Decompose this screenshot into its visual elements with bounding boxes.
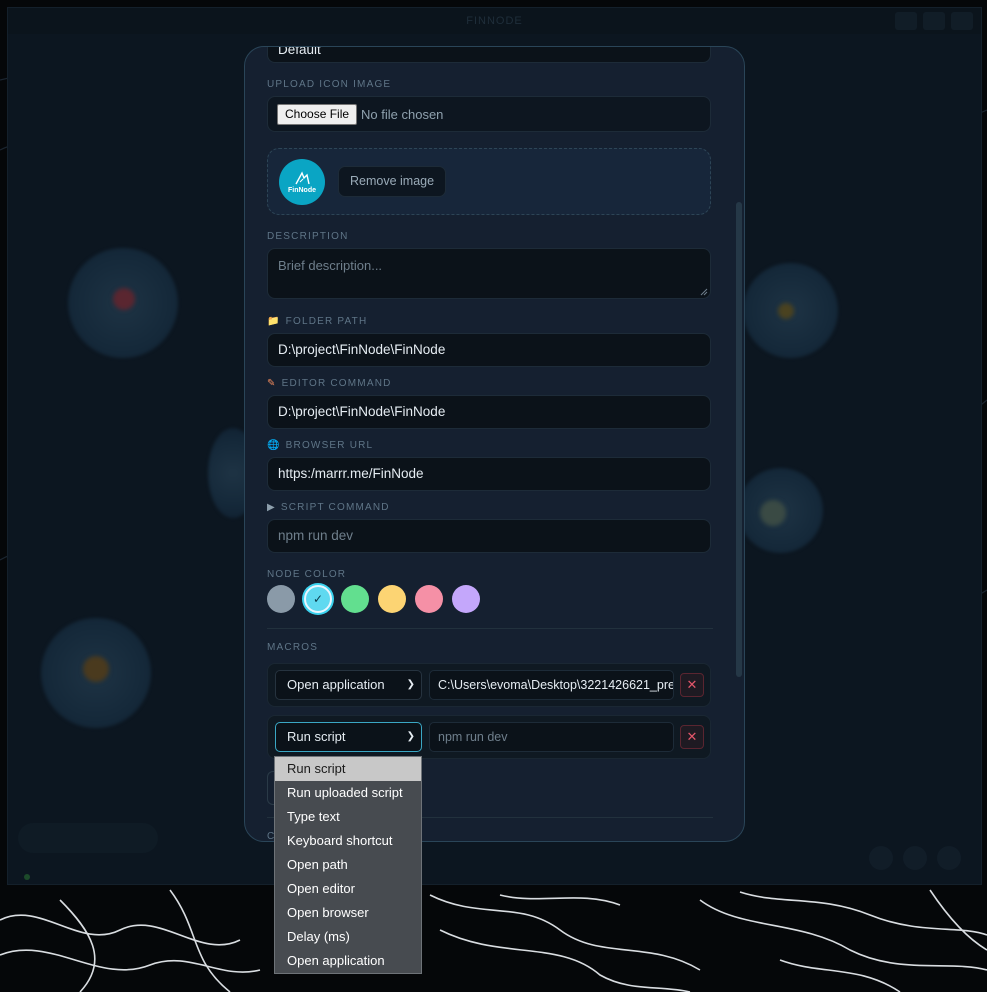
zoom-in-icon — [937, 846, 961, 870]
file-input[interactable]: Choose File No file chosen — [267, 96, 711, 132]
dropdown-option[interactable]: Keyboard shortcut — [275, 829, 421, 853]
section-divider — [267, 628, 713, 629]
macro-value-input[interactable]: npm run dev — [429, 722, 674, 752]
icon-preview-box: FinNode Remove image — [267, 148, 711, 215]
browser-url-label-text: BROWSER URL — [285, 440, 374, 451]
background-node-icon — [113, 288, 135, 310]
delete-macro-button[interactable]: ✕ — [680, 673, 704, 697]
dropdown-option[interactable]: Open editor — [275, 877, 421, 901]
play-icon: ▶ — [267, 502, 276, 513]
finnode-logo-icon — [295, 171, 310, 185]
editor-command-input[interactable]: D:\project\FinNode\FinNode — [267, 395, 711, 429]
folder-path-label: 📁 FOLDER PATH — [267, 316, 367, 327]
window-controls — [895, 12, 973, 30]
modal-scrollbar[interactable] — [736, 202, 742, 677]
resize-grip-icon[interactable] — [700, 288, 708, 296]
dropdown-option[interactable]: Open browser — [275, 901, 421, 925]
script-command-label-text: SCRIPT COMMAND — [280, 502, 390, 513]
color-swatch[interactable] — [267, 585, 295, 613]
pencil-icon: ✎ — [267, 378, 277, 389]
edit-node-modal: Default UPLOAD ICON IMAGE Choose File No… — [244, 46, 745, 842]
app-title: FINNODE — [466, 15, 523, 27]
color-swatch-group: ✓ — [267, 585, 480, 613]
dropdown-option[interactable]: Run uploaded script — [275, 781, 421, 805]
upload-icon-label-text: UPLOAD ICON IMAGE — [267, 79, 392, 90]
macro-type-select[interactable]: Open application ❯ — [275, 670, 422, 700]
color-swatch[interactable]: ✓ — [304, 585, 332, 613]
chevron-down-icon: ❯ — [406, 731, 415, 742]
browser-url-label: 🌐 BROWSER URL — [267, 440, 373, 451]
status-dot — [24, 874, 30, 880]
background-search-bar — [18, 823, 158, 853]
check-icon: ✓ — [312, 592, 324, 606]
zoom-reset-icon — [903, 846, 927, 870]
globe-icon: 🌐 — [267, 440, 281, 451]
macro-value-input[interactable]: C:\Users\evoma\Desktop\3221426621_pre — [429, 670, 674, 700]
dropdown-option[interactable]: Open application — [275, 949, 421, 973]
description-placeholder: Brief description... — [278, 258, 383, 273]
background-node-icon — [760, 500, 786, 526]
description-label: DESCRIPTION — [267, 231, 349, 242]
minimize-icon — [895, 12, 917, 30]
dropdown-option[interactable]: Run script — [275, 757, 421, 781]
node-color-label: NODE COLOR — [267, 569, 346, 580]
remove-image-button[interactable]: Remove image — [338, 166, 447, 197]
macro-type-dropdown-list: Run script Run uploaded script Type text Ke… — [274, 756, 422, 974]
node-group-field[interactable]: Default — [267, 47, 711, 63]
background-node-icon — [778, 303, 794, 319]
zoom-out-icon — [869, 846, 893, 870]
dropdown-option[interactable]: Open path — [275, 853, 421, 877]
macro-type-select[interactable]: Run script ❯ — [275, 722, 422, 752]
editor-command-label-text: EDITOR COMMAND — [281, 378, 392, 389]
color-swatch[interactable] — [341, 585, 369, 613]
node-color-label-text: NODE COLOR — [267, 569, 347, 580]
macro-type-value: Run script — [287, 729, 346, 744]
macros-label-text: MACROS — [267, 642, 319, 653]
folder-path-input[interactable]: D:\project\FinNode\FinNode — [267, 333, 711, 367]
node-avatar: FinNode — [279, 159, 325, 205]
upload-icon-label: UPLOAD ICON IMAGE — [267, 79, 391, 90]
color-swatch[interactable] — [452, 585, 480, 613]
macro-type-value: Open application — [287, 677, 385, 692]
chevron-down-icon: ❯ — [406, 679, 415, 690]
macro-row: Open application ❯ C:\Users\evoma\Deskto… — [267, 663, 711, 707]
color-swatch[interactable] — [415, 585, 443, 613]
background-node-icon — [83, 656, 109, 682]
editor-command-label: ✎ EDITOR COMMAND — [267, 378, 392, 389]
dropdown-option[interactable]: Type text — [275, 805, 421, 829]
macros-label: MACROS — [267, 642, 318, 653]
dropdown-option[interactable]: Delay (ms) — [275, 925, 421, 949]
macro-row: Run script ❯ npm run dev ✕ — [267, 715, 711, 759]
background-title-bar: FINNODE — [8, 8, 981, 34]
maximize-icon — [923, 12, 945, 30]
description-label-text: DESCRIPTION — [267, 231, 349, 242]
choose-file-button[interactable]: Choose File — [277, 103, 358, 125]
browser-url-input[interactable]: https:/marrr.me/FinNode — [267, 457, 711, 491]
script-command-label: ▶ SCRIPT COMMAND — [267, 502, 390, 513]
description-textarea[interactable]: Brief description... — [267, 248, 711, 299]
delete-macro-button[interactable]: ✕ — [680, 725, 704, 749]
background-zoom-controls — [869, 846, 961, 870]
close-window-icon — [951, 12, 973, 30]
folder-path-label-text: FOLDER PATH — [285, 316, 368, 327]
script-command-input[interactable]: npm run dev — [267, 519, 711, 553]
avatar-text: FinNode — [288, 187, 316, 194]
no-file-text: No file chosen — [361, 106, 444, 122]
color-swatch[interactable] — [378, 585, 406, 613]
folder-icon: 📁 — [267, 316, 281, 327]
